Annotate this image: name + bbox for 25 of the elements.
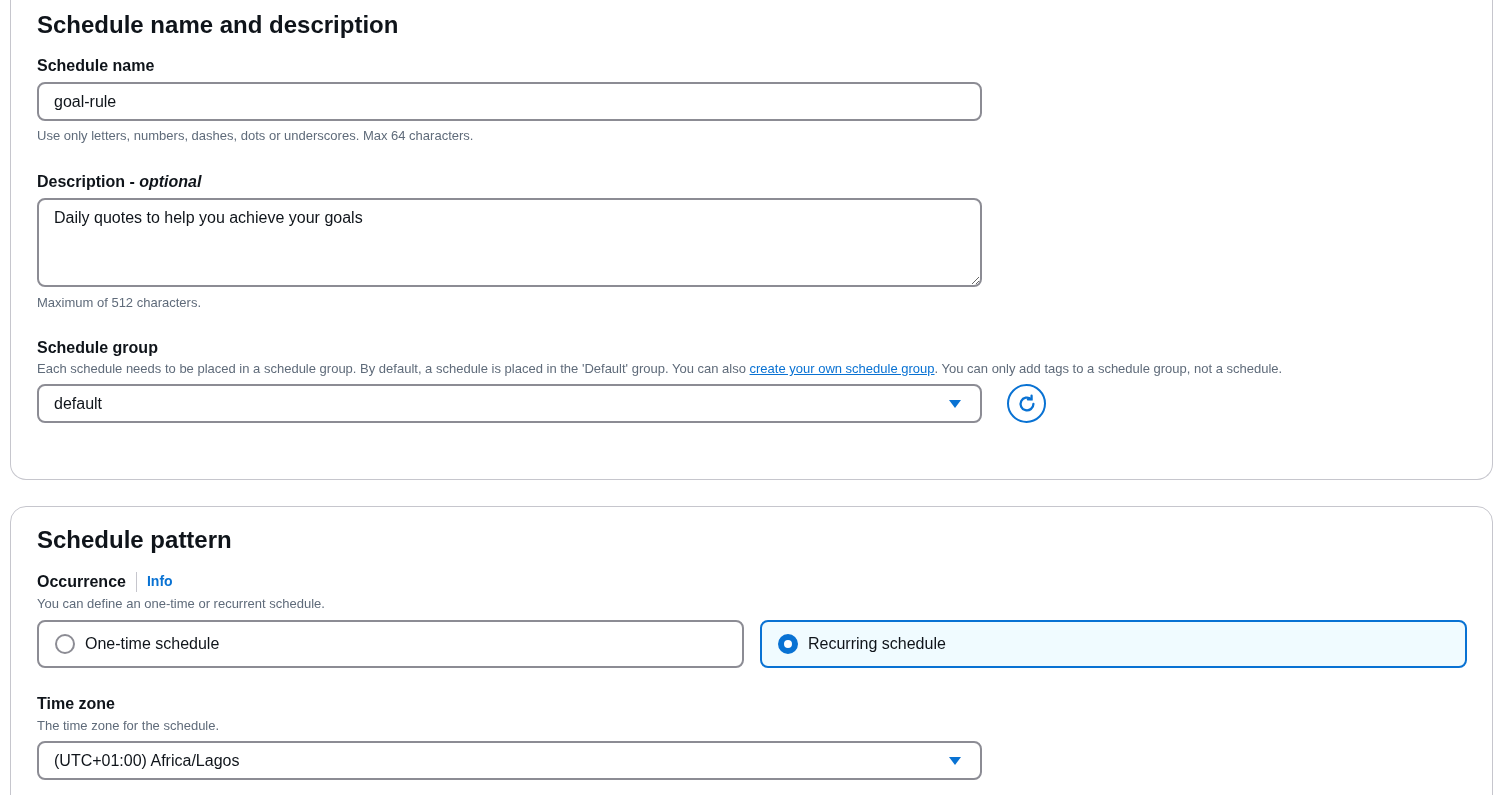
field-label: Occurrence [37,571,137,592]
caret-down-icon [948,755,962,766]
help-text: You can define an one-time or recurrent schedule. [37,595,326,613]
help-text: The time zone for the schedule. [37,716,221,735]
section-title: Schedule pattern [37,525,233,555]
section-title: Schedule name and description [37,10,400,40]
field-label: Schedule group [37,338,159,358]
create-group-link[interactable]: create your own schedule group [749,361,935,376]
radio-selected-icon [778,633,798,654]
field-label: Time zone [37,693,116,714]
radio-empty-icon [55,633,75,654]
caret-down-icon [948,398,962,409]
info-link[interactable]: Info [146,571,173,592]
help-text: Each schedule needs to be placed in a schedule group. By default, a schedule is placed in the 'Default' group. You can also create your own schedule group. You can only add tags to a schedule group, not a schedule. [37,360,1284,378]
hint-text: Use only letters, numbers, dashes, dots or underscores. Max 64 characters. [37,127,475,145]
field-label: Schedule name [37,56,156,76]
field-label: Description - optional [37,171,203,192]
refresh-button[interactable] [1007,384,1046,423]
radio-tile[interactable]: Recurring schedule [760,619,1467,668]
hint-text: Maximum of 512 characters. [37,293,202,312]
select-field[interactable]: (UTC+01:00) Africa/Lagos [37,741,982,780]
radio-tile[interactable]: One-time schedule [37,619,744,668]
input-field[interactable]: goal-rule [37,82,982,121]
select-field[interactable]: default [37,384,982,423]
text-area[interactable]: Daily quotes to help you achieve your goals [37,197,982,287]
